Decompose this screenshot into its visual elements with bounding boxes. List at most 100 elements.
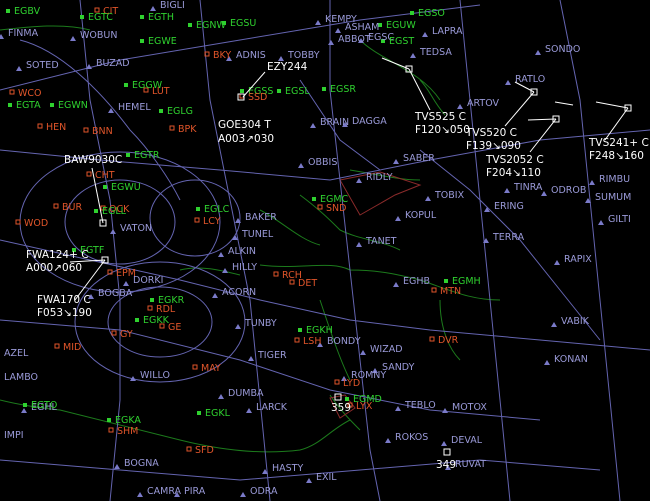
waypoint-marker <box>410 53 416 58</box>
aircraft-callsign[interactable]: FWA170 C <box>37 294 91 306</box>
waypoint-marker <box>385 438 391 443</box>
airport-marker <box>410 11 414 15</box>
waypoint-marker <box>222 268 228 273</box>
map-label-ering: ERING <box>494 201 524 212</box>
map-label-bpk: BPK <box>178 124 197 135</box>
airport-marker <box>345 397 349 401</box>
map-label-adnis: ADNIS <box>236 50 266 61</box>
aircraft-target[interactable]: EZY244 GOE304 T A003↗030 <box>218 61 308 145</box>
airport-marker <box>150 298 154 302</box>
airport-marker <box>140 15 144 19</box>
map-label-ge: GE <box>168 322 181 333</box>
map-label-hilly: HILLY <box>232 262 257 273</box>
waypoint-marker <box>589 180 595 185</box>
waypoint-marker <box>248 356 254 361</box>
map-label-impi: IMPI <box>4 430 24 441</box>
map-label-eguw: EGUW <box>386 20 416 31</box>
map-label-finma: FINMA <box>8 28 39 39</box>
map-label-egsr: EGSR <box>330 84 356 95</box>
map-label-sumum: SUMUM <box>595 192 631 203</box>
map-label-snd: SND <box>326 203 346 214</box>
map-label-tobix: TOBIX <box>434 190 465 201</box>
aircraft-target[interactable]: TVS241+ CF248↘160 <box>554 101 649 162</box>
map-label-bnn: BNN <box>92 126 113 137</box>
map-label-egsu: EGSU <box>230 18 256 29</box>
navaid-marker <box>53 203 59 209</box>
airport-marker <box>322 87 326 91</box>
navaid-marker <box>192 364 198 370</box>
leader-line <box>381 57 410 70</box>
map-label-egwn: EGWN <box>58 100 88 111</box>
map-label-camra: CAMRA <box>147 486 182 497</box>
waypoint-marker <box>246 408 252 413</box>
waypoint-marker <box>598 220 604 225</box>
waypoint-marker <box>544 360 550 365</box>
waypoint-marker <box>110 229 116 234</box>
track-symbol[interactable] <box>443 448 451 456</box>
radar-display[interactable]: EGBV CITEGTC EGTHBIGLIEGNW EGSU KEMPYASHAM EG… <box>0 0 650 501</box>
map-label-rapix: RAPIX <box>564 254 592 265</box>
map-label-soted: SOTED <box>26 60 59 71</box>
navaid-marker <box>9 89 15 95</box>
map-label-romny: ROMNY <box>351 370 386 381</box>
map-label-egkk: EGKK <box>143 315 170 326</box>
waypoint-marker <box>212 293 218 298</box>
map-label-rimbu: RIMBU <box>599 174 630 185</box>
navaid-marker <box>334 379 340 385</box>
airport-marker <box>103 185 107 189</box>
map-label-mid: MID <box>63 342 81 353</box>
navaid-marker <box>147 305 153 311</box>
waypoint-marker <box>70 36 76 41</box>
map-label-det: DET <box>298 278 317 289</box>
airport-marker <box>159 109 163 113</box>
leader-line <box>527 118 557 121</box>
waypoint-marker <box>360 350 366 355</box>
waypoint-marker <box>505 80 511 85</box>
waypoint-marker <box>395 406 401 411</box>
map-label-bky: BKY <box>213 50 231 61</box>
aircraft-callsign[interactable]: BAW9030C <box>64 154 122 166</box>
map-labels: EGBV CITEGTC EGTHBIGLIEGNW EGSU KEMPYASHAM EG… <box>4 0 631 497</box>
aircraft-callsign[interactable]: TVS525 C <box>414 111 466 123</box>
map-label-saber: SABER <box>403 153 435 164</box>
map-label-tiger: TIGER <box>257 350 287 361</box>
airport-marker <box>140 39 144 43</box>
map-label-willo: WILLO <box>140 370 170 381</box>
map-label-wod: WOD <box>24 218 48 229</box>
track-target[interactable]: 349 <box>436 448 456 471</box>
map-label-bur: BUR <box>62 202 82 213</box>
map-label-eglg: EGLG <box>167 106 193 117</box>
track-level: 349 <box>436 459 456 471</box>
navaid-marker <box>429 336 435 342</box>
map-label-egwu: EGWU <box>111 182 141 193</box>
map-label-hen: HEN <box>46 122 66 133</box>
map-label-dagga: DAGGA <box>352 116 387 127</box>
map-label-ruvat: RUVAT <box>455 459 486 470</box>
aircraft-level: A000↗060 <box>26 262 82 274</box>
map-label-egll: EGLL <box>102 206 127 217</box>
aircraft-callsign[interactable]: EZY244 <box>267 61 308 73</box>
aircraft-callsign[interactable]: TVS2052 C <box>485 154 544 166</box>
map-label-tunby: TUNBY <box>244 318 277 329</box>
waypoint-marker <box>315 20 321 25</box>
navaid-marker <box>111 330 117 336</box>
aircraft-target[interactable]: TVS520 CF139↘090 <box>465 81 538 152</box>
waypoint-marker <box>422 32 428 37</box>
map-label-bogna: BOGNA <box>124 458 159 469</box>
airport-marker <box>6 9 10 13</box>
map-label-wizad: WIZAD <box>370 344 403 355</box>
waypoint-marker <box>457 104 463 109</box>
aircraft-callsign[interactable]: TVS241+ C <box>588 137 649 149</box>
waypoint-marker <box>137 492 143 497</box>
waypoint-marker <box>554 260 560 265</box>
aircraft-target[interactable]: TVS525 CF120↘050 <box>381 57 470 136</box>
aircraft-callsign[interactable]: TVS520 C <box>465 127 517 139</box>
airport-marker <box>444 279 448 283</box>
map-label-kopul: KOPUL <box>405 210 437 221</box>
aircraft-callsign[interactable]: FWA124+ C <box>26 249 89 261</box>
map-label-egnw: EGNW <box>196 20 226 31</box>
airport-marker <box>94 209 98 213</box>
map-label-tinra: TINRA <box>513 182 543 193</box>
navaid-marker <box>54 343 60 349</box>
aircraft-level: F053↘190 <box>37 307 92 319</box>
